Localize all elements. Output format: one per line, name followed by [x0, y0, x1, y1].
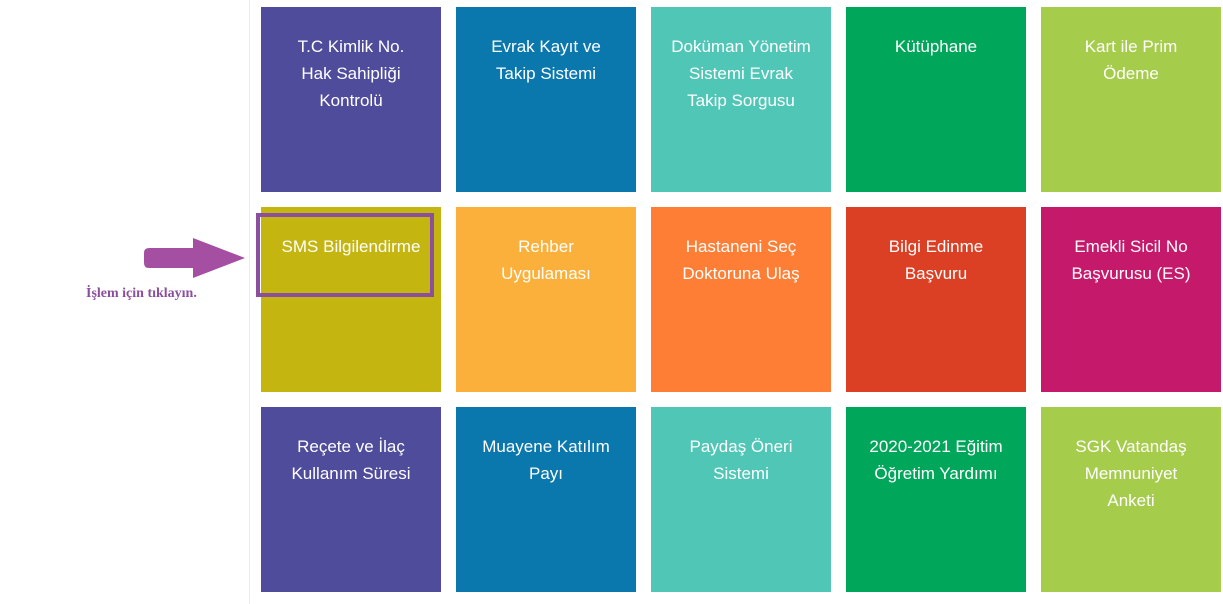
tile-label-line: Başvuru	[904, 264, 968, 283]
tile-rehber-uygulamasi[interactable]: Rehber Uygulaması	[456, 207, 636, 392]
tile-label-line: Muayene Katılım	[482, 437, 610, 456]
tile-label-line: Kullanım Süresi	[291, 464, 411, 483]
click-hint-text: İşlem için tıklayın.	[86, 286, 197, 301]
tile-label-line: Hastaneni Seç	[685, 237, 797, 256]
tile-label-line: SGK Vatandaş	[1075, 437, 1187, 456]
sidebar-divider	[249, 0, 250, 604]
tile-label-line: Takip Sorgusu	[687, 91, 795, 110]
tile-muayene-katilim[interactable]: Muayene Katılım Payı	[456, 407, 636, 592]
tile-sgk-vatandas[interactable]: SGK Vatandaş Memnuniyet Anketi	[1041, 407, 1221, 592]
tile-label-line: Kart ile Prim	[1084, 37, 1178, 56]
tile-sms-bilgilendirme[interactable]: SMS Bilgilendirme	[261, 207, 441, 392]
tile-label-line: 2020-2021 Eğitim	[869, 437, 1003, 456]
tile-label-line: Sistemi Evrak	[689, 64, 793, 83]
tile-kart-ile-prim[interactable]: Kart ile Prim Ödeme	[1041, 7, 1221, 192]
tile-label-line: Emekli Sicil No	[1074, 237, 1188, 256]
tile-paydas-oneri[interactable]: Paydaş Öneri Sistemi	[651, 407, 831, 592]
right-arrow-icon	[144, 238, 245, 278]
tile-label-line: Paydaş Öneri	[689, 437, 793, 456]
tile-label-line: Doktoruna Ulaş	[682, 264, 800, 283]
tile-bilgi-edinme[interactable]: Bilgi Edinme Başvuru	[846, 207, 1026, 392]
tile-evrak-kayit[interactable]: Evrak Kayıt ve Takip Sistemi	[456, 7, 636, 192]
tile-kutuphane[interactable]: Kütüphane	[846, 7, 1026, 192]
tile-label-line: Rehber	[518, 237, 574, 256]
tile-label-line: Ödeme	[1103, 64, 1159, 83]
tile-tc-kimlik[interactable]: T.C Kimlik No. Hak Sahipliği Kontrolü	[261, 7, 441, 192]
tile-label-line: Kontrolü	[319, 91, 383, 110]
tile-label-line: Payı	[528, 464, 564, 483]
tile-dokuman-yonetim[interactable]: Doküman Yönetim Sistemi Evrak Takip Sorgus…	[651, 7, 831, 192]
tile-label-line: Anketi	[1107, 491, 1155, 510]
tile-label-line: Bilgi Edinme	[888, 237, 984, 256]
services-tile-grid: T.C Kimlik No. Hak Sahipliği Kontrolü Evrak…	[261, 7, 1221, 592]
tile-label-line: Hak Sahipliği	[301, 64, 401, 83]
tile-emekli-sicil[interactable]: Emekli Sicil No Başvurusu (ES)	[1041, 207, 1221, 392]
tile-label-line: Reçete ve İlaç	[297, 437, 405, 456]
tile-label-line: Evrak Kayıt ve	[491, 37, 601, 56]
tile-recete-ilac[interactable]: Reçete ve İlaç Kullanım Süresi	[261, 407, 441, 592]
tile-label-line: Takip Sistemi	[495, 64, 597, 83]
tile-label-line: T.C Kimlik No.	[297, 37, 405, 56]
tile-egitim-ogretim[interactable]: 2020-2021 Eğitim Öğretim Yardımı	[846, 407, 1026, 592]
tile-label-line: Uygulaması	[501, 264, 591, 283]
tile-label-line: Kütüphane	[894, 37, 978, 56]
tile-label-line: Başvurusu (ES)	[1071, 264, 1191, 283]
tile-label-line: Doküman Yönetim	[671, 37, 811, 56]
tile-label-line: SMS Bilgilendirme	[281, 237, 421, 256]
tile-label-line: Sistemi	[713, 464, 769, 483]
tile-label-line: Memnuniyet	[1084, 464, 1178, 483]
tile-hastaneni-sec[interactable]: Hastaneni Seç Doktoruna Ulaş	[651, 207, 831, 392]
tile-label-line: Öğretim Yardımı	[874, 464, 998, 483]
